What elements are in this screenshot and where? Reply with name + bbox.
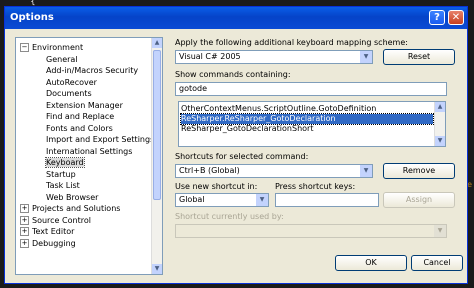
- expand-icon[interactable]: +: [20, 227, 29, 236]
- press-shortcut-keys-input[interactable]: [275, 193, 379, 207]
- tree-item-label: General: [46, 54, 78, 64]
- tree-item-label: Debugging: [32, 238, 76, 248]
- commands-scrollbar[interactable]: ▲ ▼: [434, 102, 445, 146]
- reset-button[interactable]: Reset: [383, 49, 455, 65]
- tree-item[interactable]: + Projects and Solutions: [16, 203, 120, 214]
- tree-scrollbar[interactable]: ▲ ▼: [151, 38, 162, 274]
- tree-item-label: International Settings: [46, 146, 133, 156]
- options-tree[interactable]: − Environment General Add-in/Macros Securit…: [15, 37, 163, 275]
- tree-item[interactable]: Startup: [46, 169, 76, 180]
- expand-icon[interactable]: +: [20, 215, 29, 225]
- chevron-down-icon[interactable]: ▼: [256, 194, 268, 206]
- tree-item[interactable]: General: [46, 54, 78, 65]
- scroll-down-icon[interactable]: ▼: [435, 136, 445, 146]
- commands-filter-input[interactable]: gotode: [175, 82, 447, 96]
- tree-item-label: Text Editor: [32, 227, 75, 236]
- shortcuts-value: Ctrl+B (Global): [179, 166, 240, 175]
- help-icon: ?: [434, 12, 440, 23]
- tree-item[interactable]: Web Browser: [46, 192, 98, 203]
- tree-item[interactable]: + Text Editor: [16, 226, 74, 237]
- window-title: Options: [10, 12, 54, 23]
- tree-item-label: Documents: [46, 89, 92, 98]
- tree-item[interactable]: Task List: [46, 180, 80, 191]
- tree-item[interactable]: Add-in/Macros Security: [46, 65, 138, 76]
- use-shortcut-in-value: Global: [179, 195, 205, 204]
- tree-item[interactable]: Fonts and Colors: [46, 123, 113, 134]
- mapping-scheme-dropdown[interactable]: Visual C# 2005 ▼: [175, 50, 373, 64]
- tree-item-label: Web Browser: [46, 192, 99, 202]
- options-dialog: Options ? ✕ − Environment General Add-in/Ma…: [4, 6, 468, 284]
- tree-item-label: Import and Export Settings: [46, 135, 155, 144]
- list-item[interactable]: ReSharper_GotoDeclarationShort: [181, 124, 433, 134]
- tree-item[interactable]: Documents: [46, 88, 92, 99]
- tree-item[interactable]: + Debugging: [16, 238, 76, 249]
- tree-item[interactable]: + Source Control: [16, 215, 91, 226]
- tree-item-label: Keyboard: [45, 157, 85, 168]
- commands-list[interactable]: OtherContextMenus.ScriptOutline.GotoDefi…: [178, 101, 446, 147]
- help-button[interactable]: ?: [429, 10, 445, 25]
- tree-item[interactable]: Find and Replace: [46, 111, 114, 122]
- close-icon: ✕: [451, 12, 461, 23]
- cancel-button[interactable]: Cancel: [411, 255, 463, 271]
- scroll-up-icon[interactable]: ▲: [152, 38, 162, 48]
- scroll-down-icon[interactable]: ▼: [152, 264, 162, 274]
- tree-item-label: Source Control: [32, 215, 91, 225]
- press-shortcut-keys-label: Press shortcut keys:: [275, 182, 356, 191]
- expand-icon[interactable]: +: [20, 204, 29, 213]
- tree-item[interactable]: Import and Export Settings: [46, 134, 154, 145]
- mapping-scheme-value: Visual C# 2005: [179, 52, 241, 61]
- remove-button[interactable]: Remove: [383, 163, 455, 179]
- tree-item[interactable]: International Settings: [46, 146, 132, 157]
- assign-button[interactable]: Assign: [383, 192, 455, 208]
- shortcuts-dropdown[interactable]: Ctrl+B (Global) ▼: [175, 164, 373, 178]
- tree-item-label: Task List: [46, 181, 80, 190]
- shortcut-currently-used-label: Shortcut currently used by:: [175, 212, 284, 221]
- tree-item-label: Startup: [46, 169, 76, 179]
- tree-item-label: Extension Manager: [46, 100, 123, 110]
- expand-icon[interactable]: +: [20, 238, 29, 248]
- list-item[interactable]: ReSharper.ReSharper_GotoDeclaration: [180, 113, 434, 125]
- tree-item-label: Environment: [32, 43, 84, 52]
- tree-item-label: AutoRecover: [46, 77, 97, 87]
- tree-item[interactable]: − Environment: [16, 42, 83, 53]
- tree-item[interactable]: Keyboard: [45, 157, 85, 168]
- tree-item[interactable]: AutoRecover: [46, 77, 97, 88]
- close-button[interactable]: ✕: [448, 10, 464, 25]
- tree-item-label: Add-in/Macros Security: [46, 66, 139, 75]
- list-item[interactable]: OtherContextMenus.ScriptOutline.GotoDefi…: [181, 104, 433, 114]
- mapping-scheme-label: Apply the following additional keyboard …: [175, 38, 408, 47]
- chevron-down-icon[interactable]: ▼: [360, 165, 372, 177]
- ok-button[interactable]: OK: [335, 255, 407, 271]
- tree-item[interactable]: Extension Manager: [46, 100, 123, 111]
- scroll-up-icon[interactable]: ▲: [435, 102, 445, 112]
- chevron-down-icon[interactable]: ▼: [360, 51, 372, 63]
- tree-item-label: Fonts and Colors: [46, 123, 113, 133]
- chevron-down-icon[interactable]: ▼: [434, 225, 446, 237]
- collapse-icon[interactable]: −: [20, 43, 29, 52]
- shortcut-currently-used-dropdown[interactable]: ▼: [175, 224, 447, 238]
- use-shortcut-in-label: Use new shortcut in:: [175, 182, 258, 191]
- scroll-thumb[interactable]: [153, 50, 161, 200]
- show-commands-label: Show commands containing:: [175, 70, 291, 79]
- tree-item-label: Projects and Solutions: [32, 204, 121, 213]
- shortcuts-label: Shortcuts for selected command:: [175, 152, 309, 161]
- tree-item-label: Find and Replace: [46, 112, 115, 121]
- use-shortcut-in-dropdown[interactable]: Global ▼: [175, 193, 269, 207]
- title-bar: Options ? ✕: [5, 7, 467, 29]
